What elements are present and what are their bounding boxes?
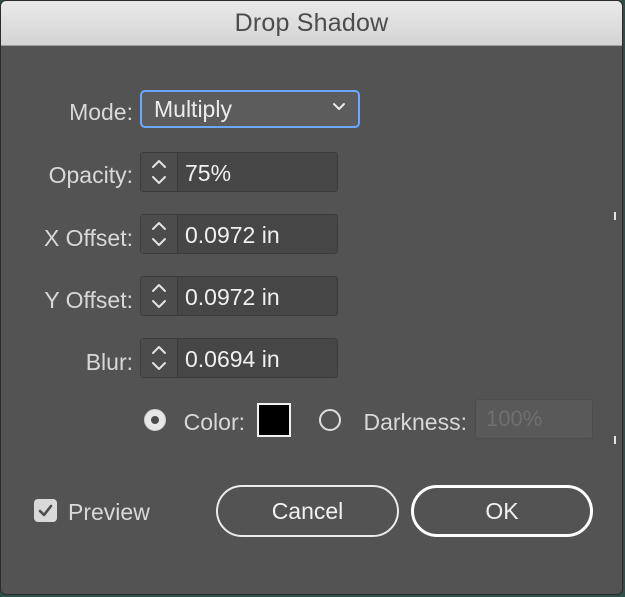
darkness-radio[interactable]: [319, 409, 341, 431]
preview-label[interactable]: Preview: [68, 499, 178, 526]
color-label[interactable]: Color:: [125, 409, 245, 436]
mode-value: Multiply: [154, 95, 232, 122]
y-offset-stepper[interactable]: [141, 277, 178, 315]
stepper-icon: [152, 160, 166, 184]
checkmark-icon: [38, 504, 53, 517]
x-offset-label: X Offset:: [43, 225, 133, 251]
opacity-field[interactable]: 75%: [140, 152, 338, 192]
window-edge-mark: [614, 212, 616, 220]
y-offset-field[interactable]: 0.0972 in: [140, 276, 338, 316]
color-swatch[interactable]: [257, 403, 291, 437]
preview-checkbox[interactable]: [34, 499, 57, 522]
mode-label: Mode:: [69, 99, 133, 125]
x-offset-value[interactable]: 0.0972 in: [185, 222, 280, 249]
blur-field[interactable]: 0.0694 in: [140, 338, 338, 378]
cancel-button[interactable]: Cancel: [216, 485, 399, 537]
blur-stepper[interactable]: [141, 339, 178, 377]
blur-value[interactable]: 0.0694 in: [185, 346, 280, 373]
drop-shadow-dialog: Drop Shadow Mode: Multiply Opacity: 75% …: [0, 0, 623, 595]
window-title: Drop Shadow: [234, 8, 389, 37]
window-edge-mark: [614, 436, 616, 444]
ok-button[interactable]: OK: [411, 485, 593, 537]
y-offset-value[interactable]: 0.0972 in: [185, 284, 280, 311]
darkness-field[interactable]: 100%: [475, 399, 593, 439]
title-bar: Drop Shadow: [1, 1, 622, 46]
stepper-icon: [152, 222, 166, 246]
opacity-label: Opacity:: [48, 162, 133, 188]
x-offset-field[interactable]: 0.0972 in: [140, 214, 338, 254]
blur-label: Blur:: [85, 349, 133, 375]
opacity-value[interactable]: 75%: [185, 160, 231, 187]
y-offset-label: Y Offset:: [44, 287, 133, 313]
mode-select[interactable]: Multiply: [140, 90, 360, 128]
stepper-icon: [152, 346, 166, 370]
stepper-icon: [152, 284, 166, 308]
darkness-label[interactable]: Darkness:: [346, 409, 467, 436]
chevron-down-icon: [333, 103, 345, 110]
x-offset-stepper[interactable]: [141, 215, 178, 253]
opacity-stepper[interactable]: [141, 153, 178, 191]
